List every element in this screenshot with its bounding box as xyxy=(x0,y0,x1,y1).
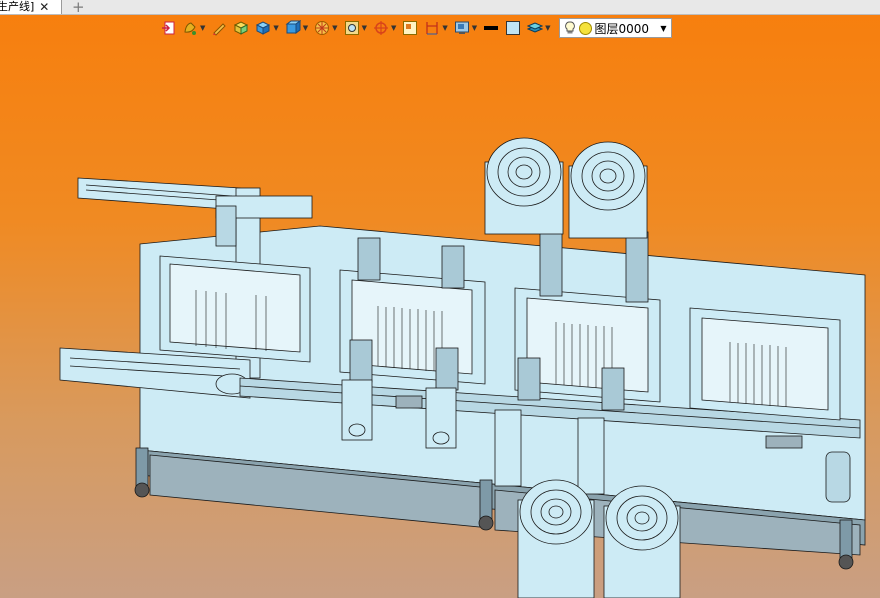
bowl-feeder-top-left xyxy=(484,137,564,235)
tb-window[interactable] xyxy=(402,17,418,39)
layer-stack-icon xyxy=(527,22,544,33)
document-tab-label: 生产线] xyxy=(0,0,35,13)
render-wheel-icon xyxy=(315,21,330,35)
pencil-icon xyxy=(213,23,227,36)
new-tab-icon[interactable]: + xyxy=(72,0,85,16)
tb-cube-blue[interactable]: ▼ xyxy=(255,17,279,39)
bowl-feeder-bottom-right xyxy=(603,485,681,598)
tb-line-style[interactable] xyxy=(483,17,499,39)
tb-layer-stack[interactable]: ▼ xyxy=(527,17,551,39)
chevron-down-icon: ▼ xyxy=(660,23,667,33)
window-icon xyxy=(403,21,418,35)
tb-box-yellow[interactable] xyxy=(233,17,249,39)
color-square-icon xyxy=(506,21,521,35)
bowl-feeder-bottom-left xyxy=(517,479,595,598)
tb-render-wheel[interactable]: ▼ xyxy=(314,17,338,39)
tb-pencil[interactable] xyxy=(211,17,227,39)
tb-color-square[interactable] xyxy=(505,17,521,39)
tb-display-settings[interactable]: ▼ xyxy=(454,17,477,39)
tb-exit-sketch[interactable] xyxy=(160,17,176,39)
exit-sketch-icon xyxy=(162,21,175,35)
bulb-icon xyxy=(564,21,575,34)
tb-paint[interactable]: ▼ xyxy=(182,17,205,39)
box-yellow-icon xyxy=(234,21,249,35)
tb-dimension[interactable]: ▼ xyxy=(424,17,448,39)
tray-station-1 xyxy=(159,255,311,363)
bowl-feeder-top-right xyxy=(568,141,648,239)
zoom-fit-icon xyxy=(344,21,359,35)
tb-zoom-fit[interactable]: ▼ xyxy=(344,17,367,39)
document-tab-strip: 生产线] ✕ + xyxy=(0,0,880,16)
3d-viewport[interactable] xyxy=(0,14,880,598)
dimension-icon xyxy=(426,22,438,35)
document-tab[interactable]: 生产线] ✕ xyxy=(0,0,62,14)
layer-select-value: 图层0000 xyxy=(594,21,650,36)
tb-cube-front[interactable]: ▼ xyxy=(285,17,308,39)
orient-icon xyxy=(373,21,388,35)
close-icon[interactable]: ✕ xyxy=(39,0,49,14)
line-style-icon xyxy=(484,26,499,30)
cube-blue-icon xyxy=(256,21,271,35)
layer-select[interactable]: 图层0000 ▼ xyxy=(558,18,672,38)
display-settings-icon xyxy=(454,21,469,34)
view-toolbar: ▼ ▼ ▼ ▼ ▼ ▼ ▼ ▼ ▼ 图层0000 ▼ xyxy=(160,14,760,42)
paint-icon xyxy=(184,22,196,35)
cad-model xyxy=(59,137,866,598)
tray-station-4 xyxy=(689,307,841,421)
tb-orient[interactable]: ▼ xyxy=(373,17,396,39)
layer-color-icon xyxy=(578,21,592,35)
cube-front-icon xyxy=(285,20,301,34)
